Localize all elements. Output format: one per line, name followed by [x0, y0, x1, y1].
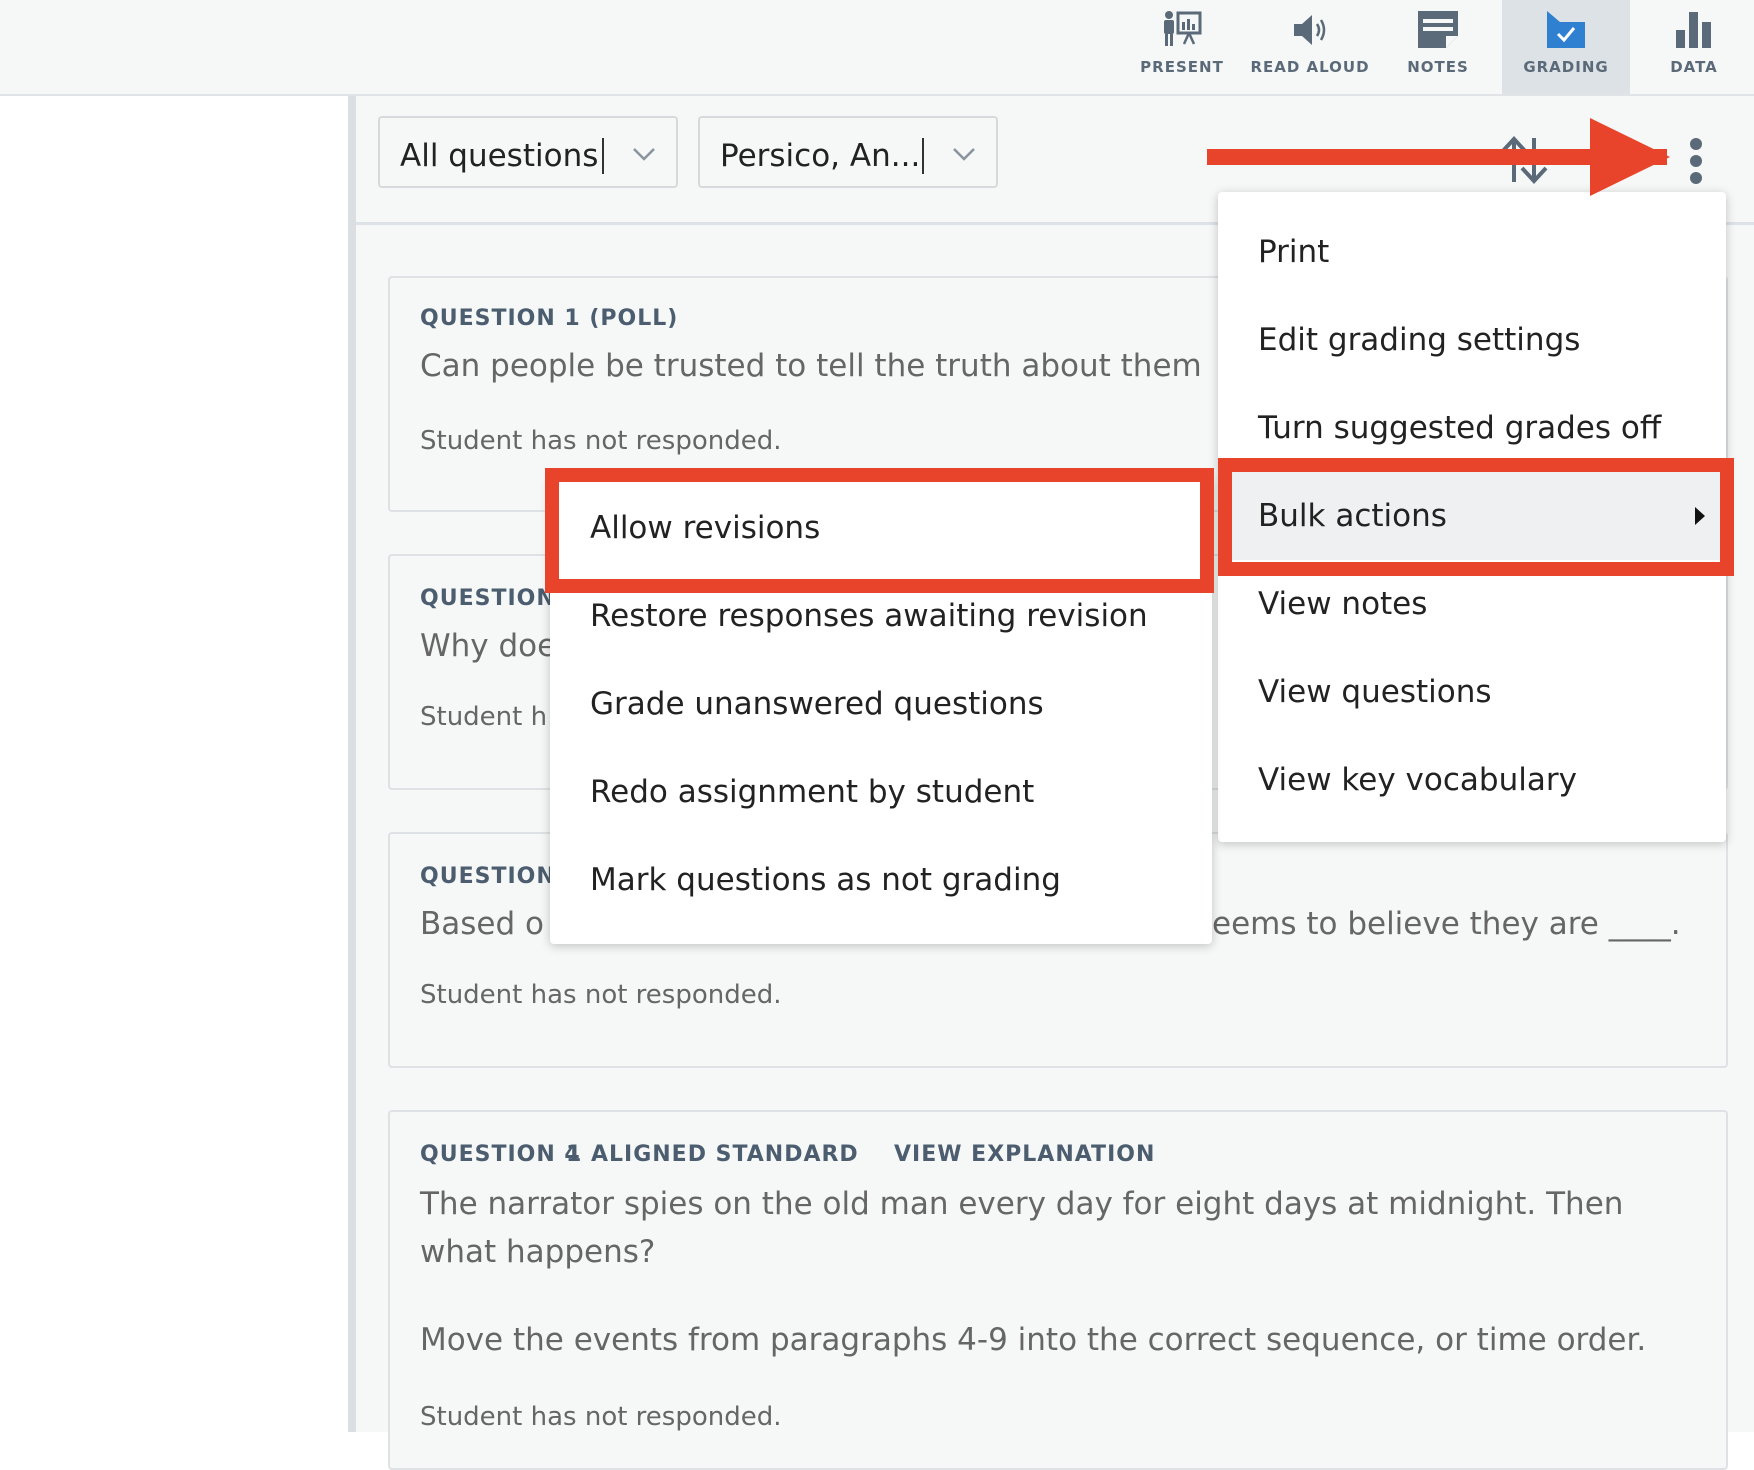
more-options-icon[interactable]	[1676, 136, 1716, 186]
top-toolbar: PRESENT READ ALOUD NOTES GRADING DATA	[0, 0, 1754, 96]
question-text: Based o	[420, 906, 544, 942]
question-header: QUESTION 4	[420, 1142, 581, 1167]
question-text: Can people be trusted to tell the truth …	[420, 348, 1202, 384]
submenu-item-redo-assignment[interactable]: Redo assignment by student	[550, 748, 1212, 836]
response-status: Student has not responded.	[420, 426, 782, 456]
question-header: QUESTION	[420, 864, 556, 889]
grading-button[interactable]: GRADING	[1502, 0, 1630, 94]
present-button[interactable]: PRESENT	[1118, 0, 1246, 94]
annotation-highlight-bulk-actions	[1218, 458, 1734, 576]
text-cursor	[922, 138, 924, 174]
question-filter-select[interactable]: All questions	[378, 116, 678, 188]
menu-item-edit-grading-settings[interactable]: Edit grading settings	[1218, 296, 1726, 384]
present-label: PRESENT	[1140, 58, 1224, 76]
question-text-tail: eems to believe they are ____.	[1212, 906, 1681, 942]
submenu-item-grade-unanswered[interactable]: Grade unanswered questions	[550, 660, 1212, 748]
notes-button[interactable]: NOTES	[1374, 0, 1502, 94]
left-panel	[0, 96, 348, 1432]
question-card-4: QUESTION 4 1 ALIGNED STANDARD VIEW EXPLA…	[388, 1110, 1728, 1470]
menu-item-print[interactable]: Print	[1218, 208, 1726, 296]
data-label: DATA	[1670, 58, 1718, 76]
question-header: QUESTION 1 (POLL)	[420, 306, 679, 331]
response-status: Student h	[420, 702, 548, 732]
menu-item-view-key-vocabulary[interactable]: View key vocabulary	[1218, 736, 1726, 824]
data-button[interactable]: DATA	[1630, 0, 1754, 94]
student-select[interactable]: Persico, An...	[698, 116, 998, 188]
annotation-arrow-head-icon	[1590, 118, 1670, 196]
bar-chart-icon	[1676, 12, 1711, 48]
annotation-highlight-allow-revisions	[545, 468, 1214, 593]
speaker-icon	[1294, 15, 1326, 45]
chevron-down-icon	[953, 148, 975, 161]
presenter-icon	[1164, 11, 1202, 46]
question-header: QUESTION	[420, 586, 556, 611]
panel-divider[interactable]	[348, 96, 356, 1432]
student-select-value: Persico, An...	[720, 138, 921, 174]
question-text: The narrator spies on the old man every …	[420, 1186, 1624, 1270]
aligned-standard-link[interactable]: 1 ALIGNED STANDARD	[566, 1142, 859, 1167]
read-aloud-label: READ ALOUD	[1250, 58, 1370, 76]
menu-item-view-questions[interactable]: View questions	[1218, 648, 1726, 736]
grading-icon	[1547, 11, 1585, 48]
question-filter-value: All questions	[400, 138, 599, 174]
grading-label: GRADING	[1523, 58, 1609, 76]
view-explanation-link[interactable]: VIEW EXPLANATION	[894, 1142, 1155, 1167]
read-aloud-button[interactable]: READ ALOUD	[1246, 0, 1374, 94]
question-instruction: Move the events from paragraphs 4-9 into…	[420, 1322, 1647, 1358]
chevron-down-icon	[633, 148, 655, 161]
notes-label: NOTES	[1407, 58, 1469, 76]
submenu-item-mark-not-grading[interactable]: Mark questions as not grading	[550, 836, 1212, 924]
text-cursor	[602, 138, 604, 174]
notes-icon	[1418, 11, 1458, 48]
response-status: Student has not responded.	[420, 1402, 782, 1432]
question-text: Why doe	[420, 628, 557, 664]
response-status: Student has not responded.	[420, 980, 782, 1010]
